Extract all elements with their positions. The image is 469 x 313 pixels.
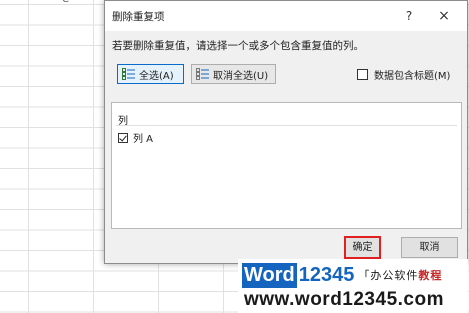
- watermark-logo: Word 12345 「办公软件教程: [242, 262, 442, 288]
- instruction-text: 若要删除重复值，请选择一个或多个包含重复值的列。: [112, 40, 364, 52]
- column-checkbox[interactable]: [118, 132, 128, 143]
- column-label: 列 A: [133, 134, 154, 145]
- watermark: Word 12345 「办公软件教程 www.word12345.com: [238, 259, 468, 313]
- select-all-label: 全选(A): [139, 70, 174, 82]
- header-checkbox[interactable]: [357, 69, 368, 80]
- watermark-word: Word: [242, 262, 297, 288]
- ok-button[interactable]: 确定: [344, 236, 381, 259]
- deselect-all-label: 取消全选(U): [213, 70, 269, 82]
- header-checkbox-label: 数据包含标题(M): [374, 71, 451, 82]
- remove-duplicates-dialog: 删除重复项 ? × 若要删除重复值，请选择一个或多个包含重复值的列。 全选(A)…: [104, 0, 468, 264]
- close-button[interactable]: ×: [431, 5, 457, 27]
- dialog-titlebar: 删除重复项 ? ×: [105, 1, 467, 31]
- column-list: 列 列 A: [111, 102, 462, 229]
- watermark-digits: 12345: [298, 263, 355, 286]
- watermark-slogan: 「办公软件教程: [358, 267, 442, 283]
- unchecklist-icon: [196, 68, 209, 80]
- header-checkbox-row[interactable]: 数据包含标题(M): [357, 67, 450, 82]
- select-all-button[interactable]: 全选(A): [117, 64, 184, 84]
- deselect-all-button[interactable]: 取消全选(U): [191, 64, 276, 84]
- checklist-icon: [122, 68, 135, 80]
- help-button[interactable]: ?: [396, 5, 422, 27]
- column-header[interactable]: C: [62, 0, 82, 5]
- watermark-url: www.word12345.com: [244, 289, 444, 310]
- cancel-button[interactable]: 取消: [401, 237, 458, 258]
- list-item[interactable]: 列 A: [118, 130, 153, 145]
- dialog-title: 删除重复项: [112, 11, 165, 23]
- watermark-slogan-suffix: 教程: [418, 269, 443, 282]
- watermark-slogan-prefix: 「办公软件: [358, 269, 419, 282]
- column-list-divider: [116, 125, 457, 126]
